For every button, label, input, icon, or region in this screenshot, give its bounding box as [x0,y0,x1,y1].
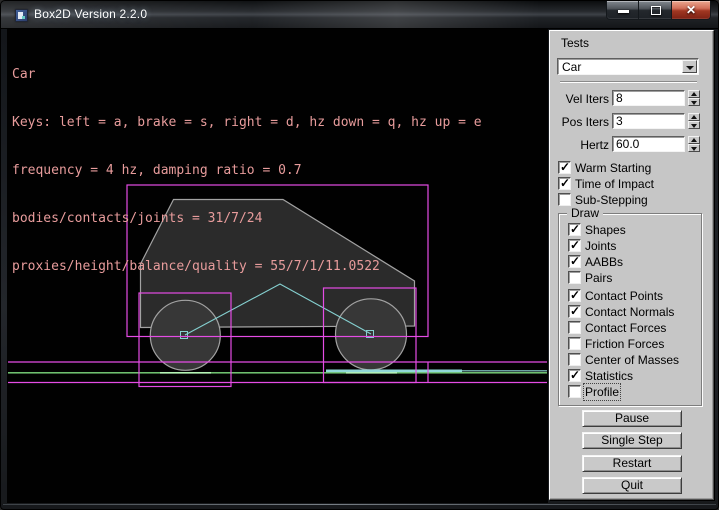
arrow-up-icon [691,138,697,142]
separator [560,81,697,83]
hertz-spinner [688,136,700,152]
checkbox-label: Sub-Stepping [575,193,648,207]
control-panel: Tests Car Vel Iters Pos Iters Hertz [549,30,714,500]
pos-iters-row: Pos Iters [550,113,715,129]
checkbox-box[interactable] [558,177,571,190]
simulation-canvas[interactable]: Car Keys: left = a, brake = s, right = d… [7,29,548,503]
maximize-icon [651,6,661,15]
app-icon [15,9,28,22]
arrow-down-icon [691,147,697,151]
minimize-button[interactable] [606,1,639,20]
vel-iters-down-button[interactable] [688,98,700,106]
single-step-button[interactable]: Single Step [582,432,682,449]
hertz-down-button[interactable] [688,144,700,152]
overlay-line-frequency: frequency = 4 hz, damping ratio = 0.7 [12,163,482,179]
draw-groupbox: Draw Shapes Joints AABBs Pairs Contact P… [558,213,702,406]
checkbox-label: Warm Starting [575,161,651,175]
checkbox-box[interactable] [558,161,571,174]
checkbox-label: Statistics [585,369,633,383]
tests-label: Tests [561,36,589,50]
pause-button[interactable]: Pause [582,410,682,427]
checkbox-box[interactable] [568,271,581,284]
checkbox-label: Contact Forces [585,321,666,335]
vel-iters-up-button[interactable] [688,90,700,98]
close-button[interactable]: ✕ [672,1,711,20]
hertz-input[interactable] [612,136,685,152]
checkbox-box[interactable] [568,305,581,318]
checkbox-box[interactable] [568,321,581,334]
checkbox-box[interactable] [568,239,581,252]
window-controls: ✕ [606,1,711,20]
overlay-line-test-name: Car [12,67,482,83]
vel-iters-label: Vel Iters [550,92,609,106]
dropdown-arrow-button[interactable] [682,60,697,73]
debug-text-overlay: Car Keys: left = a, brake = s, right = d… [12,35,482,307]
checkbox-box[interactable] [568,223,581,236]
close-icon: ✕ [672,3,710,17]
restart-button[interactable]: Restart [582,455,682,472]
app-window: Box2D Version 2.2.0 ✕ [0,0,719,510]
checkbox-label: Friction Forces [585,337,664,351]
chevron-down-icon [686,66,694,70]
checkbox-box[interactable] [568,255,581,268]
checkbox-box[interactable] [568,385,581,398]
overlay-line-proxies: proxies/height/balance/quality = 55/7/1/… [12,259,482,275]
checkbox-label: Contact Points [585,289,663,303]
checkbox-label: Joints [585,239,616,253]
quit-button[interactable]: Quit [582,477,682,494]
pos-iters-up-button[interactable] [688,113,700,121]
tests-dropdown-value: Car [562,60,581,74]
hertz-label: Hertz [550,138,609,152]
vel-iters-spinner [688,90,700,106]
draw-group-title: Draw [567,206,603,220]
right-wheel-shape [336,299,407,370]
checkbox-label: Contact Normals [585,305,674,319]
vel-iters-row: Vel Iters [550,90,715,106]
arrow-down-icon [691,101,697,105]
checkbox-label: Shapes [585,223,626,237]
checkbox-label: Center of Masses [585,353,679,367]
maximize-button[interactable] [639,1,672,20]
checkbox-box[interactable] [568,369,581,382]
checkbox-label: Pairs [585,271,612,285]
checkbox-box[interactable] [568,289,581,302]
arrow-up-icon [691,115,697,119]
pos-iters-label: Pos Iters [550,115,609,129]
pos-iters-down-button[interactable] [688,121,700,129]
minimize-icon [618,10,629,13]
pos-iters-spinner [688,113,700,129]
hertz-up-button[interactable] [688,136,700,144]
overlay-line-keys: Keys: left = a, brake = s, right = d, hz… [12,115,482,131]
vel-iters-input[interactable] [612,90,685,106]
checkbox-label: Time of Impact [575,177,654,191]
checkbox-box[interactable] [558,193,571,206]
pos-iters-input[interactable] [612,113,685,129]
window-title: Box2D Version 2.2.0 [34,7,147,21]
checkbox-label: AABBs [585,255,623,269]
arrow-down-icon [691,124,697,128]
arrow-up-icon [691,92,697,96]
tests-dropdown[interactable]: Car [557,58,699,75]
checkbox-label: Profile [585,385,619,399]
checkbox-box[interactable] [568,337,581,350]
overlay-line-bodies: bodies/contacts/joints = 31/7/24 [12,211,482,227]
checkbox-box[interactable] [568,353,581,366]
hertz-row: Hertz [550,136,715,152]
window-bottom-edge [3,504,716,505]
